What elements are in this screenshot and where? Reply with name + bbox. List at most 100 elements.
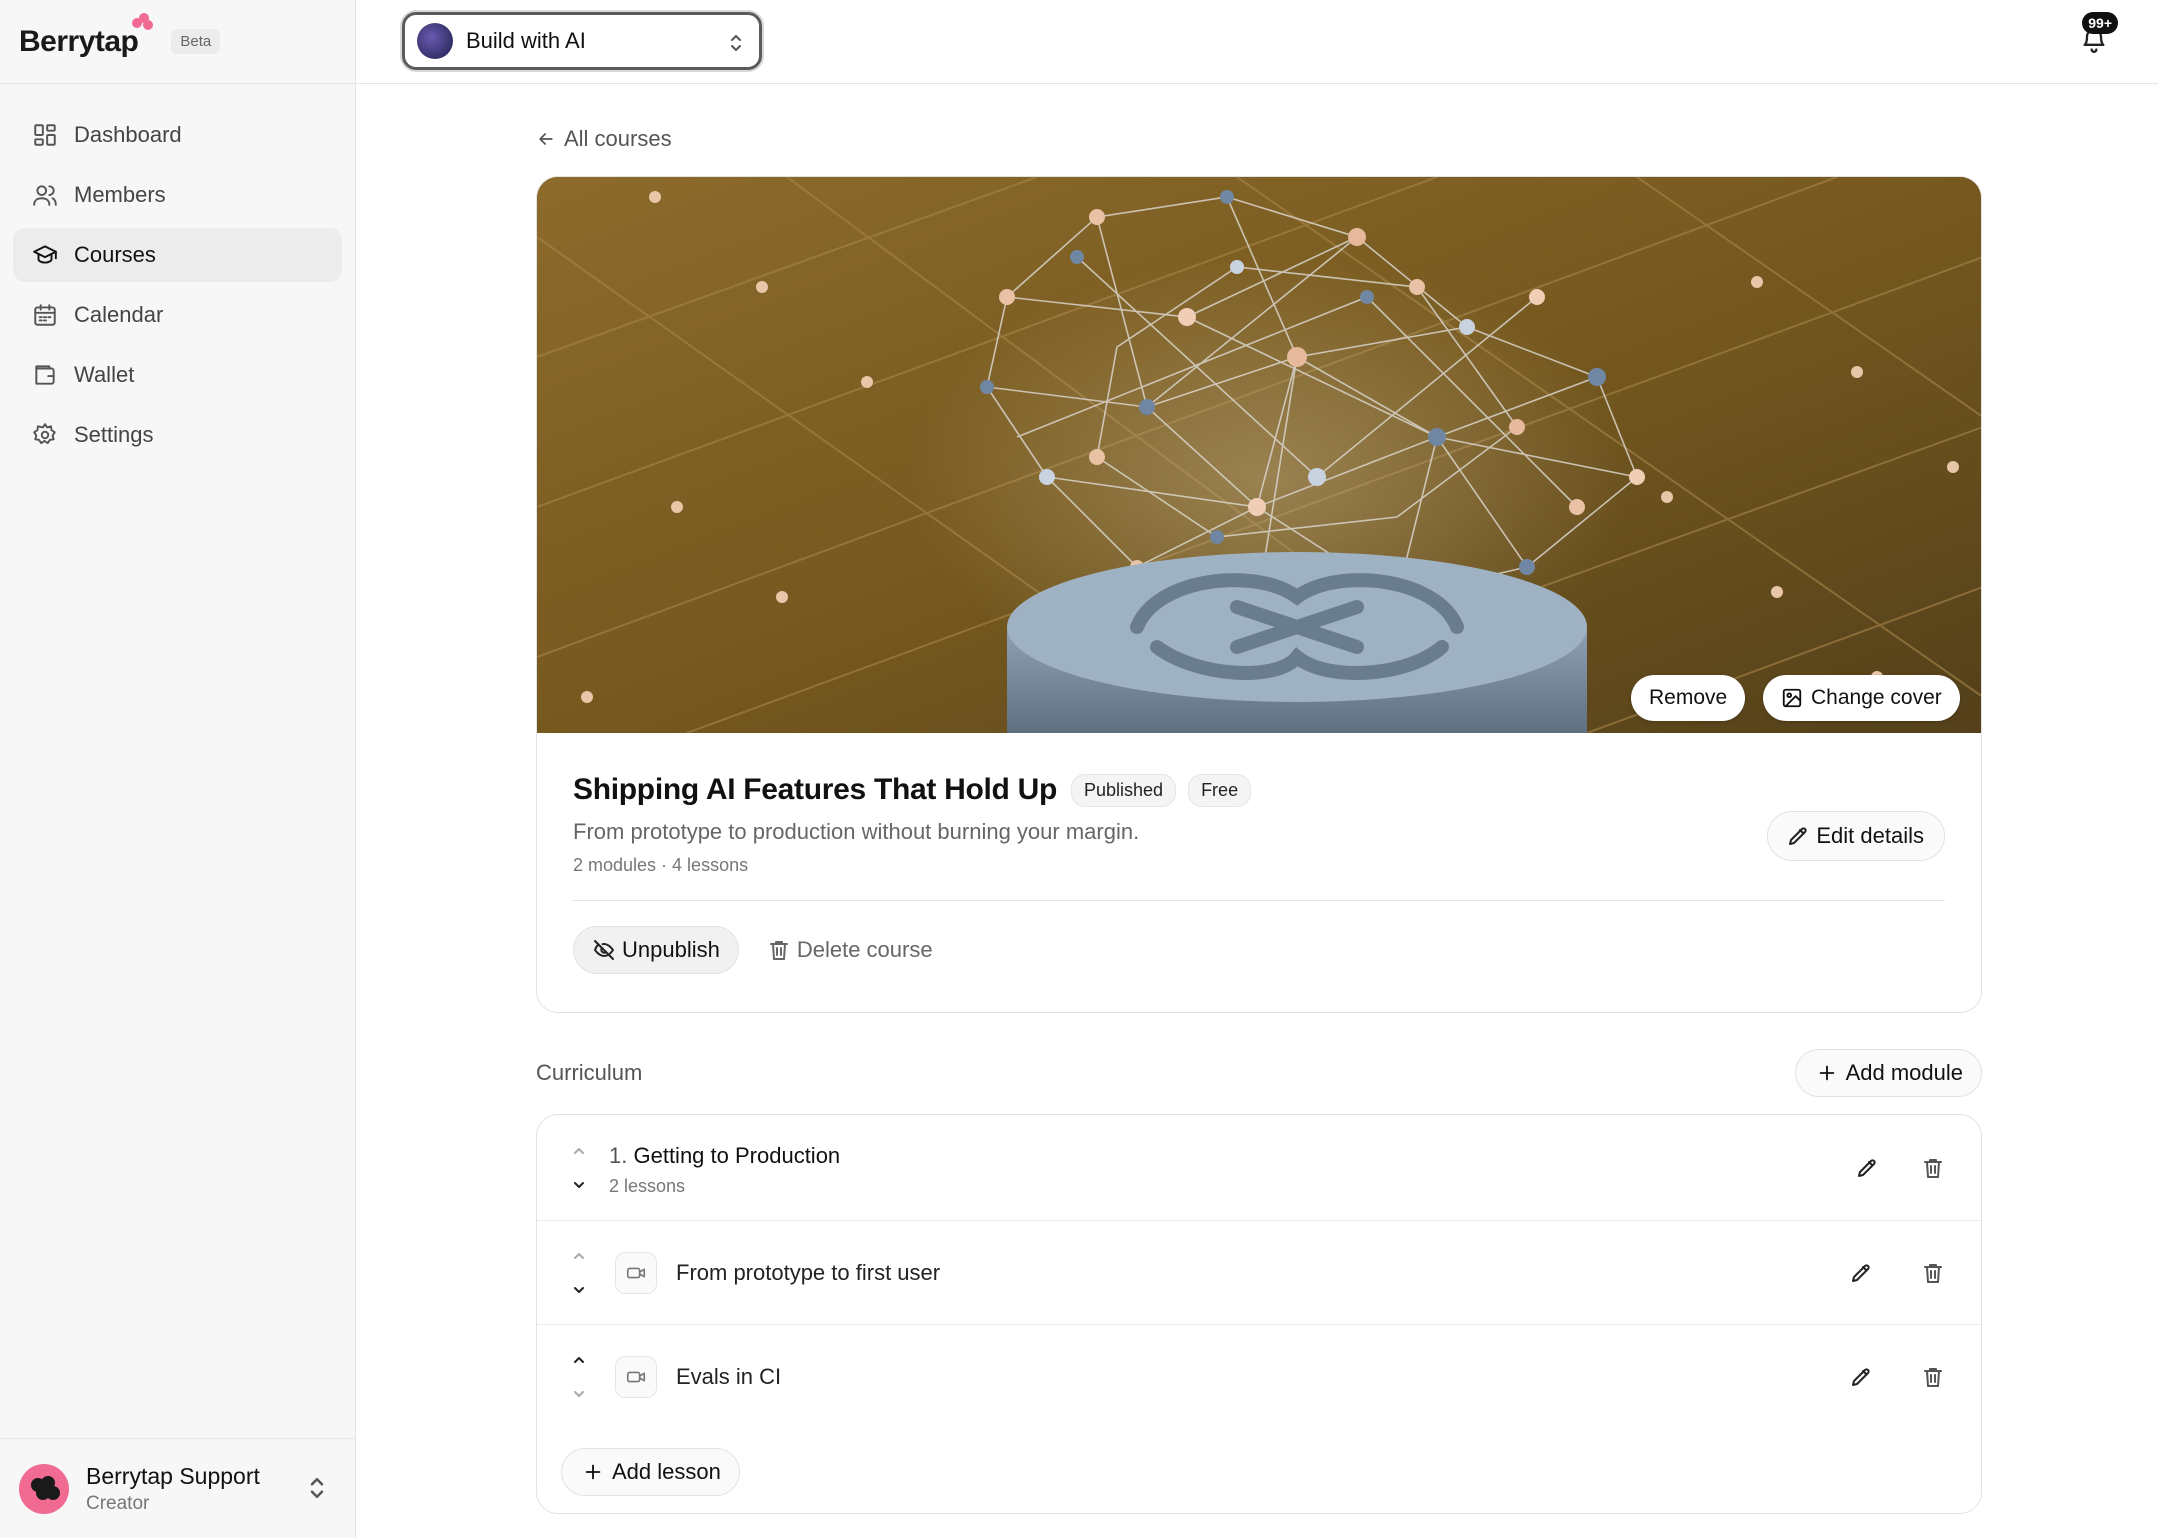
curriculum-list: 1. Getting to Production 2 lessons From …: [536, 1114, 1982, 1514]
image-icon: [1782, 688, 1802, 708]
user-role: Creator: [86, 1492, 150, 1514]
add-lesson-button[interactable]: Add lesson: [561, 1448, 740, 1496]
chevron-down-icon[interactable]: [571, 1178, 587, 1192]
remove-cover-label: Remove: [1649, 686, 1728, 709]
change-cover-label: Change cover: [1811, 686, 1942, 709]
topbar: Build with AI 99+: [356, 0, 2158, 84]
calendar-icon: [34, 304, 56, 326]
chevron-up-down-icon: [310, 1478, 324, 1498]
chevron-up-icon[interactable]: [571, 1249, 587, 1263]
lesson-row: From prototype to first user: [537, 1221, 1981, 1325]
edit-lesson-button[interactable]: [1841, 1357, 1881, 1397]
course-subtitle: From prototype to production without bur…: [573, 819, 1140, 844]
sidebar-item-calendar[interactable]: Calendar: [13, 288, 342, 342]
price-badge: Free: [1188, 773, 1252, 807]
sidebar-item-label: Settings: [74, 422, 154, 447]
user-menu[interactable]: Berrytap Support Creator: [0, 1438, 356, 1538]
module-lesson-count: 2 lessons: [609, 1176, 686, 1196]
pencil-icon: [1789, 827, 1807, 845]
curriculum-heading: Curriculum: [536, 1060, 643, 1085]
edit-lesson-button[interactable]: [1841, 1253, 1881, 1293]
sidebar-item-label: Wallet: [74, 362, 135, 387]
delete-lesson-button[interactable]: [1913, 1253, 1953, 1293]
sidebar: Berrytap Beta Dashboard Members Courses …: [0, 0, 356, 1538]
beta-badge: Beta: [171, 29, 221, 54]
berry-logo-icon: [132, 12, 154, 31]
module-title[interactable]: 1. Getting to Production: [609, 1143, 840, 1169]
edit-details-button[interactable]: Edit details: [1767, 811, 1945, 861]
sidebar-item-label: Members: [74, 182, 166, 207]
module-title-text: Getting to Production: [633, 1143, 841, 1168]
trash-icon: [1924, 1158, 1942, 1178]
video-icon: [615, 1251, 657, 1294]
course-cover: Remove Change cover: [537, 177, 1981, 733]
pencil-icon: [1852, 1263, 1870, 1282]
delete-module-button[interactable]: [1913, 1148, 1953, 1188]
workspace-name: Build with AI: [466, 28, 586, 53]
brand-logo[interactable]: Berrytap: [19, 12, 154, 59]
brand: Berrytap Beta: [0, 0, 355, 84]
chevron-up-down-icon: [731, 35, 741, 51]
cover-image: [537, 177, 1981, 733]
sidebar-item-label: Courses: [74, 242, 156, 267]
course-title: Shipping AI Features That Hold Up: [573, 773, 1057, 806]
chevron-up-icon[interactable]: [571, 1353, 587, 1367]
video-icon: [615, 1356, 657, 1398]
add-module-button[interactable]: Add module: [1794, 1049, 1982, 1097]
sidebar-item-settings[interactable]: Settings: [13, 408, 342, 462]
arrow-left-icon: [539, 133, 553, 145]
notification-badge: 99+: [2082, 12, 2118, 34]
course-card: Remove Change cover Shipping AI Features…: [536, 176, 1982, 1013]
sidebar-item-label: Calendar: [74, 302, 164, 327]
reorder-controls: [571, 1353, 587, 1401]
users-icon: [33, 185, 57, 206]
chevron-down-icon[interactable]: [571, 1387, 587, 1401]
lesson-row: Evals in CI: [537, 1325, 1981, 1429]
add-lesson-label: Add lesson: [612, 1459, 721, 1484]
reorder-controls: [571, 1144, 587, 1192]
trash-icon: [1924, 1263, 1942, 1283]
unpublish-button[interactable]: Unpublish: [573, 926, 739, 974]
module-number: 1.: [609, 1143, 628, 1168]
trash-icon: [1924, 1368, 1942, 1387]
dashboard-icon: [34, 124, 56, 146]
plus-icon: [1819, 1065, 1834, 1081]
divider: [573, 900, 1945, 901]
reorder-controls: [571, 1249, 587, 1297]
back-to-courses-link[interactable]: All courses: [536, 122, 1982, 156]
main-content: All courses Remove Change cover Shipping…: [536, 84, 1982, 1514]
status-badge: Published: [1071, 773, 1177, 807]
chevron-up-icon[interactable]: [571, 1144, 587, 1158]
sidebar-item-label: Dashboard: [74, 122, 182, 147]
avatar: [19, 1463, 69, 1514]
delete-course-label: Delete course: [796, 937, 933, 962]
gear-icon: [33, 423, 56, 445]
course-info: Shipping AI Features That Hold Up Publis…: [537, 773, 1981, 974]
delete-lesson-button[interactable]: [1913, 1357, 1953, 1397]
edit-details-label: Edit details: [1816, 823, 1924, 848]
sidebar-item-dashboard[interactable]: Dashboard: [13, 108, 342, 162]
unpublish-label: Unpublish: [622, 937, 720, 962]
sidebar-item-wallet[interactable]: Wallet: [13, 348, 342, 402]
trash-icon: [769, 941, 788, 960]
workspace-avatar: [417, 23, 453, 59]
user-name: Berrytap Support: [86, 1462, 260, 1489]
add-module-label: Add module: [1845, 1060, 1963, 1085]
change-cover-button[interactable]: Change cover: [1763, 675, 1960, 721]
sidebar-nav: Dashboard Members Courses Calendar Walle…: [0, 84, 355, 462]
lesson-title[interactable]: From prototype to first user: [676, 1260, 940, 1286]
chevron-down-icon[interactable]: [571, 1283, 587, 1297]
remove-cover-button[interactable]: Remove: [1631, 675, 1746, 721]
plus-icon: [585, 1464, 601, 1480]
wallet-icon: [35, 365, 55, 385]
lesson-title[interactable]: Evals in CI: [676, 1364, 781, 1390]
delete-course-button[interactable]: Delete course: [753, 926, 951, 974]
eye-off-icon: [594, 940, 614, 960]
course-meta: 2 modules · 4 lessons: [573, 855, 749, 875]
pencil-icon: [1858, 1158, 1876, 1177]
sidebar-item-members[interactable]: Members: [13, 168, 342, 222]
workspace-switcher[interactable]: Build with AI: [402, 12, 762, 70]
sidebar-item-courses[interactable]: Courses: [13, 228, 342, 282]
edit-module-button[interactable]: [1847, 1148, 1887, 1188]
graduation-cap-icon: [33, 245, 57, 264]
